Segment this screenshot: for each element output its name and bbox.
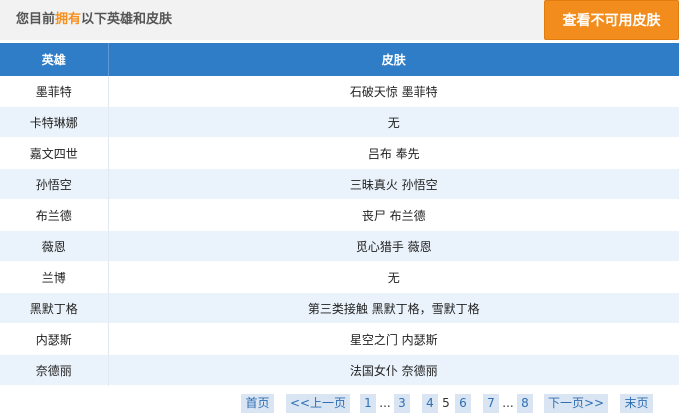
- table-row: 孙悟空 三昧真火 孙悟空: [0, 168, 679, 200]
- skin-cell: 无: [108, 261, 679, 293]
- skin-cell: 觅心猎手 薇恩: [108, 230, 679, 262]
- table-row: 内瑟斯 星空之门 内瑟斯: [0, 323, 679, 355]
- table-row: 嘉文四世 吕布 奉先: [0, 137, 679, 169]
- page-title: 您目前拥有以下英雄和皮肤: [16, 0, 172, 40]
- hero-skin-table: 英雄 皮肤 墨菲特 石破天惊 墨菲特 卡特琳娜 无 嘉文四世 吕布 奉先 孙悟空…: [0, 43, 679, 386]
- page-1-link[interactable]: 1: [360, 394, 376, 413]
- hero-cell: 布兰德: [0, 199, 109, 231]
- page-3-link[interactable]: 3: [394, 394, 410, 413]
- hero-cell: 黑默丁格: [0, 292, 109, 324]
- skin-cell: 三昧真火 孙悟空: [108, 168, 679, 200]
- current-page: 5: [442, 396, 450, 410]
- skin-cell: 法国女仆 奈德丽: [108, 354, 679, 386]
- column-header-hero: 英雄: [0, 43, 109, 76]
- hero-cell: 卡特琳娜: [0, 106, 109, 138]
- skin-cell: 吕布 奉先: [108, 137, 679, 169]
- hero-cell: 墨菲特: [0, 76, 109, 107]
- table-row: 奈德丽 法国女仆 奈德丽: [0, 354, 679, 386]
- hero-cell: 嘉文四世: [0, 137, 109, 169]
- title-prefix: 您目前: [16, 12, 56, 27]
- skin-cell: 石破天惊 墨菲特: [108, 76, 679, 107]
- table-row: 薇恩 觅心猎手 薇恩: [0, 230, 679, 262]
- prev-page-button[interactable]: <<上一页: [286, 394, 350, 413]
- last-page-button[interactable]: 末页: [620, 394, 653, 413]
- title-highlight: 拥有: [55, 12, 82, 27]
- skin-cell: 无: [108, 106, 679, 138]
- skin-cell: 星空之门 内瑟斯: [108, 323, 679, 355]
- table-header-row: 英雄 皮肤: [0, 43, 679, 76]
- hero-cell: 内瑟斯: [0, 323, 109, 355]
- hero-cell: 奈德丽: [0, 354, 109, 386]
- table-row: 布兰德 丧尸 布兰德: [0, 199, 679, 231]
- page-6-link[interactable]: 6: [455, 394, 471, 413]
- page-4-link[interactable]: 4: [422, 394, 438, 413]
- hero-cell: 孙悟空: [0, 168, 109, 200]
- view-unavailable-skins-button[interactable]: 查看不可用皮肤: [544, 0, 679, 40]
- first-page-button[interactable]: 首页: [241, 394, 274, 413]
- table-row: 墨菲特 石破天惊 墨菲特: [0, 76, 679, 107]
- hero-cell: 兰博: [0, 261, 109, 293]
- pagination: 首页 <<上一页 1 ... 3 4 5 6 7 ... 8 下一页>> 末页: [0, 394, 679, 414]
- table-row: 黑默丁格 第三类接触 黑默丁格，雪默丁格: [0, 292, 679, 324]
- page-7-link[interactable]: 7: [483, 394, 499, 413]
- table-row: 卡特琳娜 无: [0, 106, 679, 138]
- pagination-ellipsis: ...: [379, 396, 391, 410]
- column-header-skin: 皮肤: [108, 43, 679, 76]
- hero-cell: 薇恩: [0, 230, 109, 262]
- header-bar: 您目前拥有以下英雄和皮肤 查看不可用皮肤: [0, 0, 679, 40]
- skin-cell: 第三类接触 黑默丁格，雪默丁格: [108, 292, 679, 324]
- skin-cell: 丧尸 布兰德: [108, 199, 679, 231]
- table-row: 兰博 无: [0, 261, 679, 293]
- pagination-ellipsis: ...: [502, 396, 514, 410]
- page-8-link[interactable]: 8: [517, 394, 533, 413]
- title-suffix: 以下英雄和皮肤: [81, 12, 173, 27]
- next-page-button[interactable]: 下一页>>: [544, 394, 608, 413]
